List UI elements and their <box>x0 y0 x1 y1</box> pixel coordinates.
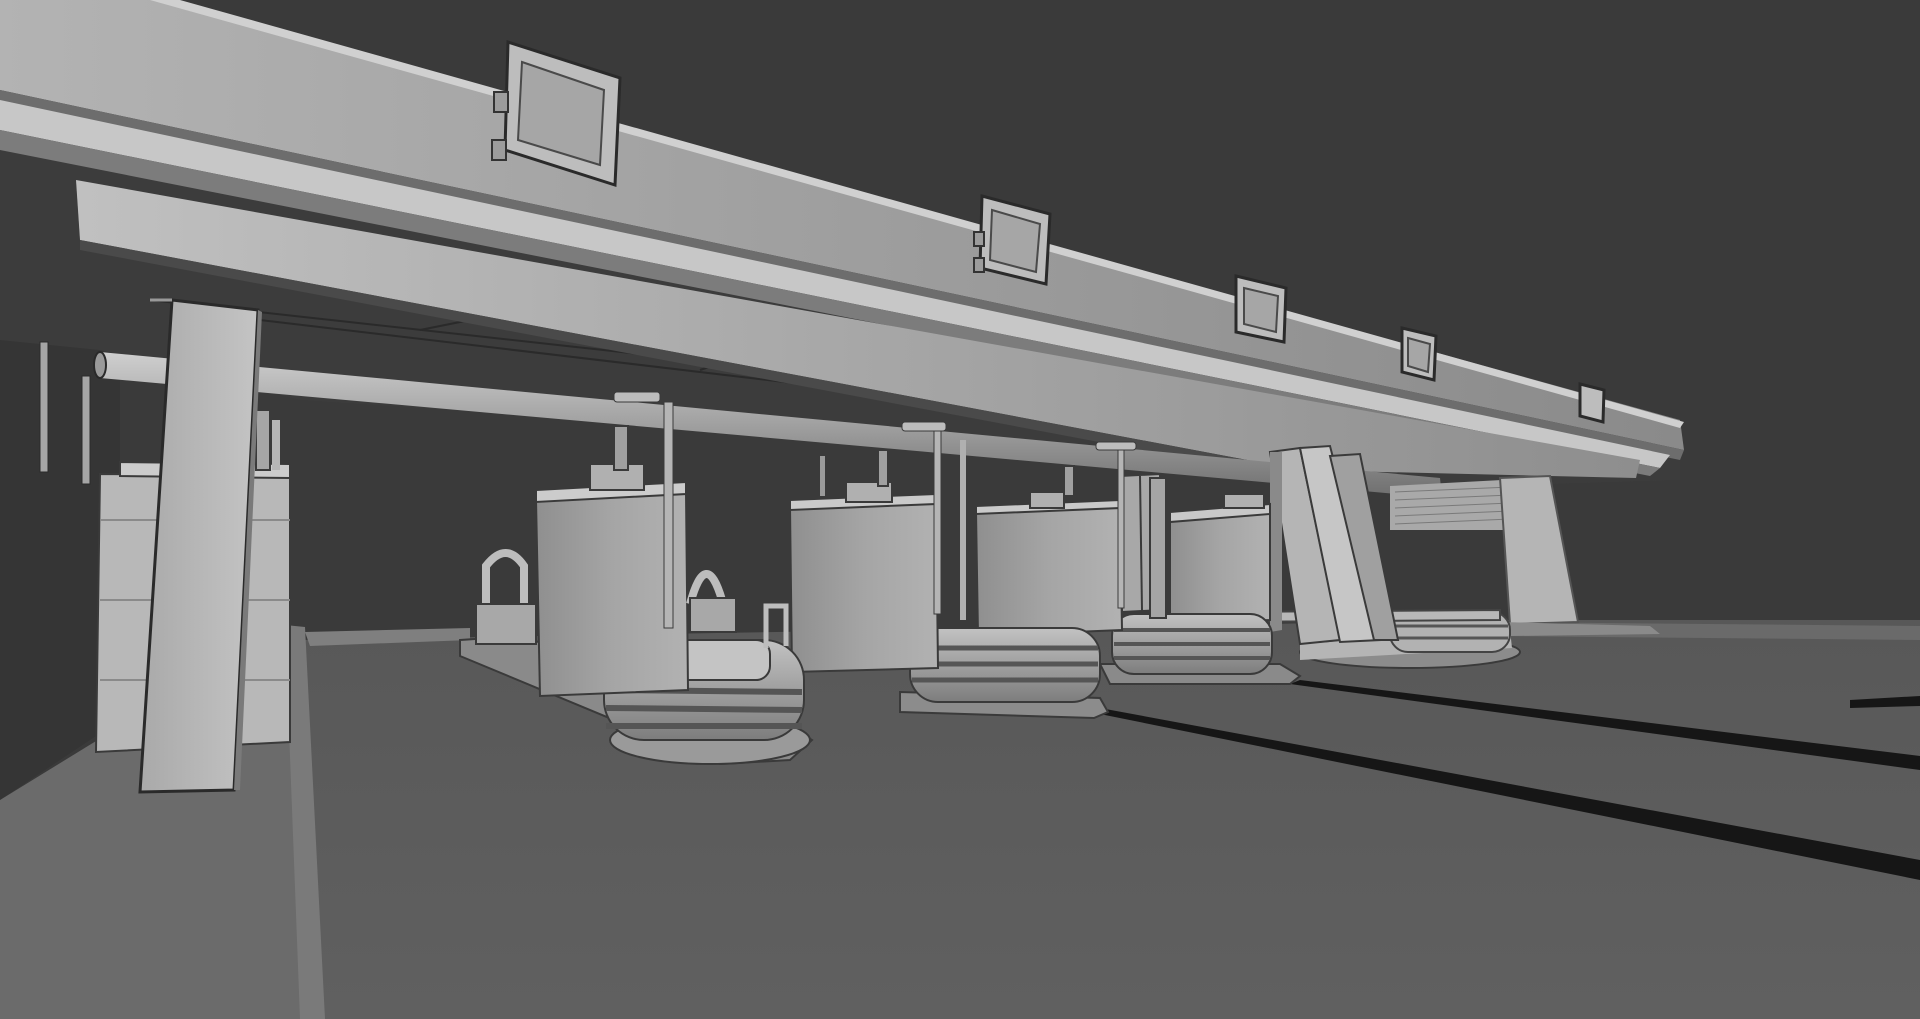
mid-pillar <box>960 440 966 620</box>
3d-viewport <box>0 0 1920 1019</box>
lane-sign-5 <box>1578 382 1606 424</box>
left-wall-pole <box>81 375 91 485</box>
lane-sign-4 <box>1400 326 1438 382</box>
left-wall-pole <box>39 341 49 473</box>
mid-pillar <box>1149 477 1167 619</box>
lane-sign-3 <box>1234 274 1288 344</box>
toll-plaza-render <box>0 0 1920 1019</box>
overhead-pipe-end <box>93 351 107 379</box>
